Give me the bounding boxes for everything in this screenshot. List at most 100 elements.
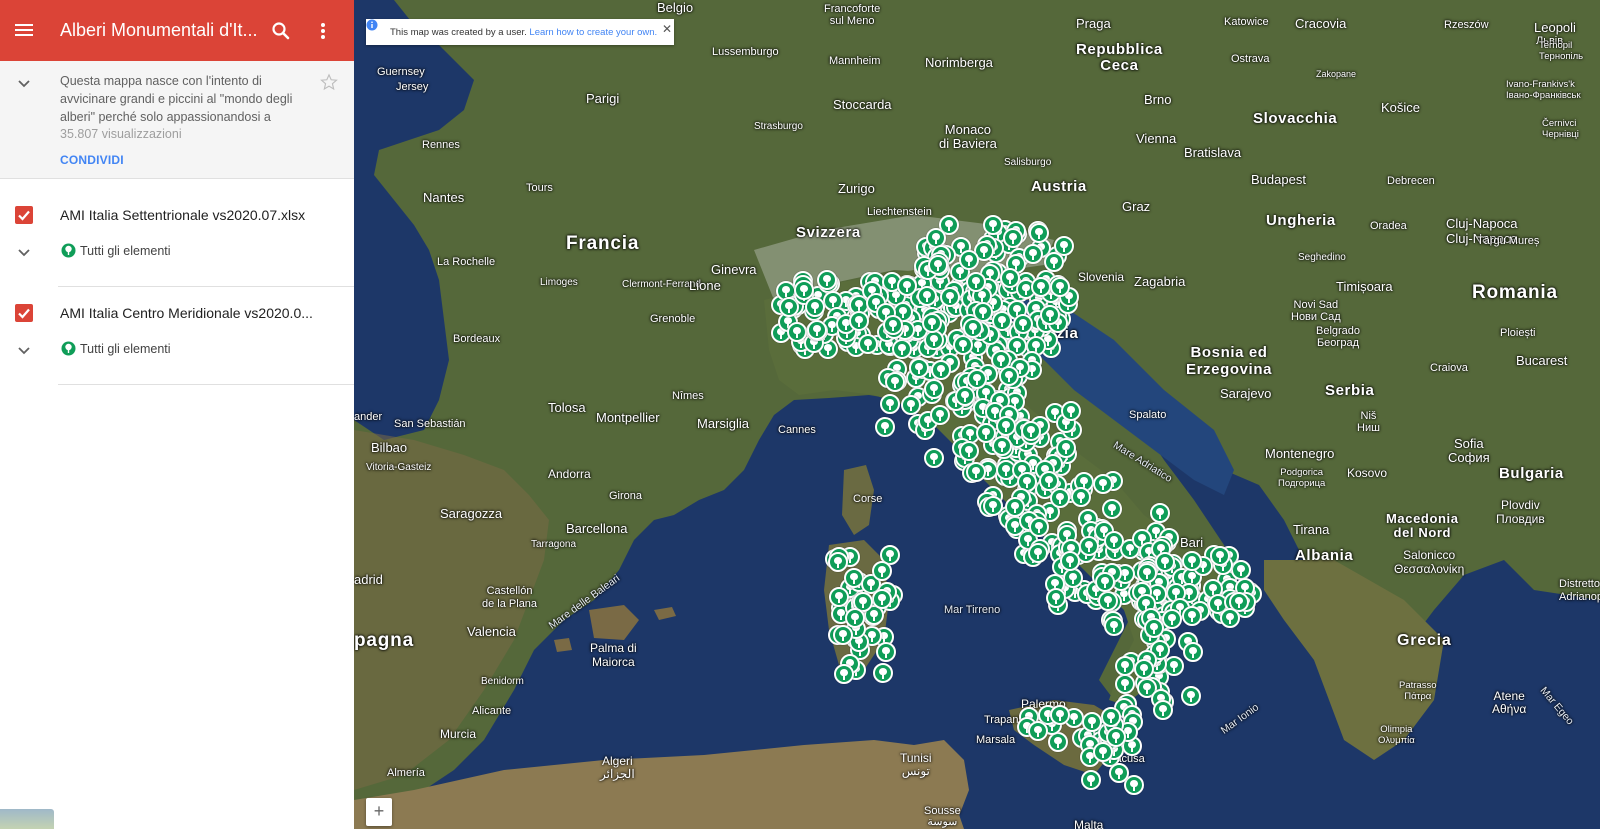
basemap-thumbnail[interactable] [0,809,54,829]
tree-marker[interactable] [1230,559,1251,580]
layer-checkbox[interactable] [15,206,33,224]
tree-marker[interactable] [1143,617,1164,638]
tree-marker[interactable] [872,560,893,581]
tree-marker[interactable] [1183,641,1204,662]
tree-marker[interactable] [845,607,866,628]
tree-marker[interactable] [1081,770,1102,791]
tree-marker[interactable] [982,215,1003,236]
tree-marker[interactable] [1115,655,1136,676]
tree-marker[interactable] [929,404,950,425]
tree-marker[interactable] [1115,673,1136,694]
tree-marker[interactable] [1209,545,1230,566]
tree-marker[interactable] [816,270,837,291]
tree-marker[interactable] [939,286,960,307]
star-button[interactable] [320,73,338,91]
satellite-map[interactable]: Belgio Francoforte sul Meno Praga Katowi… [354,0,1600,829]
tree-marker[interactable] [872,588,893,609]
layer-name[interactable]: AMI Italia Settentrionale vs2020.07.xlsx [60,207,322,223]
tree-marker[interactable] [1049,277,1070,298]
tree-marker[interactable] [1049,705,1070,726]
search-button[interactable] [268,18,294,44]
tree-marker[interactable] [827,551,848,572]
tree-marker[interactable] [908,357,929,378]
learn-more-link[interactable]: Learn how to create your own. [529,27,657,38]
tree-marker[interactable] [1162,608,1183,629]
tree-marker[interactable] [896,276,917,297]
tree-marker[interactable] [924,448,944,468]
tree-marker[interactable] [952,335,973,356]
tree-marker[interactable] [1012,313,1033,334]
tree-marker[interactable] [807,319,828,340]
tree-marker[interactable] [967,368,988,389]
tree-marker[interactable] [921,312,942,333]
tree-marker[interactable] [1022,243,1043,264]
layer-checkbox[interactable] [15,304,33,322]
tree-marker[interactable] [1180,685,1201,706]
tree-marker[interactable] [1081,711,1102,732]
tree-marker[interactable] [1182,605,1203,626]
tree-marker[interactable] [901,394,922,415]
tree-marker[interactable] [1108,762,1129,783]
tree-marker[interactable] [849,310,870,331]
tree-marker[interactable] [874,417,895,438]
tree-marker[interactable] [829,586,850,607]
tree-marker[interactable] [1028,222,1049,243]
tree-marker[interactable] [1092,473,1113,494]
tree-marker[interactable] [1070,486,1091,507]
tree-marker[interactable] [959,249,980,270]
tree-marker[interactable] [857,333,878,354]
tree-marker[interactable] [1044,252,1065,273]
tree-marker[interactable] [1133,658,1154,679]
info-icon [366,19,378,31]
description-expand-button[interactable] [14,73,34,93]
more-options-button[interactable] [310,18,336,44]
tree-marker[interactable] [1094,572,1115,593]
tree-marker[interactable] [873,663,894,684]
tree-marker[interactable] [1101,499,1122,520]
layer-settentrionale: AMI Italia Settentrionale vs2020.07.xlsx… [0,189,354,287]
tree-marker[interactable] [1060,550,1081,571]
tree-marker[interactable] [965,271,986,292]
tree-marker[interactable] [930,360,951,381]
tree-marker[interactable] [1104,530,1125,551]
tree-marker[interactable] [923,378,944,399]
tree-marker[interactable] [999,268,1020,289]
tree-marker[interactable] [958,440,979,461]
tree-marker[interactable] [927,255,948,276]
tree-marker[interactable] [833,663,854,684]
tree-marker[interactable] [1049,488,1070,509]
tree-marker[interactable] [1152,699,1173,720]
tree-marker[interactable] [916,285,937,306]
zoom-in-button[interactable]: + [366,798,392,826]
tree-marker[interactable] [1003,227,1024,248]
tree-marker[interactable] [966,461,987,482]
tree-marker[interactable] [1150,503,1170,523]
layer-all-items[interactable]: Tutti gli elementi [80,244,171,258]
tree-marker[interactable] [962,317,983,338]
layer-expand-button[interactable] [14,340,34,360]
map-description: Questa mappa nasce con l'intento di avvi… [60,74,293,124]
tree-marker[interactable] [1164,656,1185,677]
layer-expand-button[interactable] [14,242,34,262]
menu-button[interactable] [11,17,37,43]
tree-marker[interactable] [955,385,976,406]
layer-centro-meridionale: AMI Italia Centro Meridionale vs2020.0..… [0,287,354,385]
tree-marker[interactable] [786,321,807,342]
close-notice-button[interactable]: ✕ [662,22,672,36]
layer-all-items[interactable]: Tutti gli elementi [80,342,171,356]
tree-marker[interactable] [1040,304,1061,325]
tree-marker[interactable] [1155,551,1176,572]
tree-marker-icon [61,341,76,356]
tree-marker[interactable] [1047,732,1068,753]
tree-marker[interactable] [1062,567,1083,588]
tree-marker[interactable] [1020,420,1041,441]
tree-marker[interactable] [1060,400,1081,421]
share-button[interactable]: CONDIVIDI [60,153,124,167]
tree-marker[interactable] [1220,608,1240,628]
layer-name[interactable]: AMI Italia Centro Meridionale vs2020.0..… [60,305,322,321]
tree-marker[interactable] [1028,720,1049,741]
tree-marker[interactable] [875,641,896,662]
tree-marker[interactable] [1027,542,1048,563]
tree-marker[interactable] [1104,616,1125,637]
tree-marker[interactable] [880,394,901,415]
